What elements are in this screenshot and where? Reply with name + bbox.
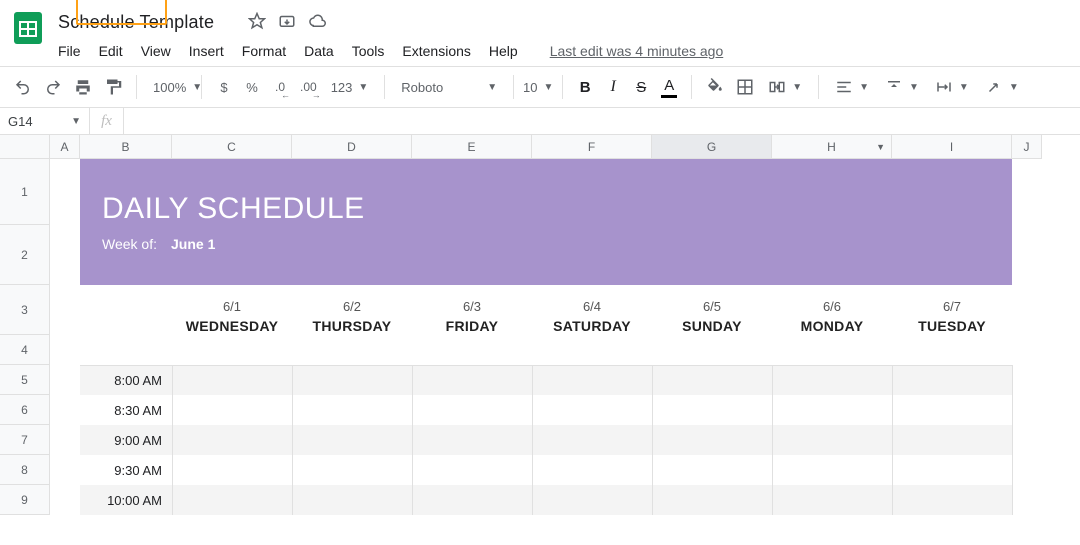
row-header-3[interactable]: 3 [0,285,50,335]
day-date: 6/5 [703,299,721,314]
time-label: 9:00 AM [80,425,172,455]
increase-decimal-button[interactable]: .00→ [296,74,321,100]
day-header: 6/6 MONDAY [772,299,892,334]
paint-format-button[interactable] [100,74,126,100]
row-header-2[interactable]: 2 [0,225,50,285]
column-header-G[interactable]: G [652,135,772,159]
column-header-B[interactable]: B [80,135,172,159]
banner-weekof: Week of:June 1 [102,236,990,252]
menu-format[interactable]: Format [242,43,286,59]
star-icon[interactable] [248,12,266,33]
sheets-logo [8,8,48,48]
vertical-align-dropdown[interactable]: ▼ [879,74,925,100]
menu-view[interactable]: View [141,43,171,59]
row-shade [80,425,1012,455]
row-header-7[interactable]: 7 [0,425,50,455]
column-header-A[interactable]: A [50,135,80,159]
banner-title: DAILY SCHEDULE [102,192,990,226]
print-button[interactable] [70,74,96,100]
merge-cells-dropdown[interactable]: ▼ [762,74,808,100]
column-header-D[interactable]: D [292,135,412,159]
day-date: 6/3 [463,299,481,314]
column-header-F[interactable]: F [532,135,652,159]
day-name: FRIDAY [446,318,499,334]
time-label: 9:30 AM [80,455,172,485]
fx-label: fx [90,108,124,134]
row-header-8[interactable]: 8 [0,455,50,485]
text-color-button[interactable]: A [657,74,681,100]
day-date: 6/4 [583,299,601,314]
strikethrough-button[interactable]: S [629,74,653,100]
name-box[interactable]: G14▼ [0,108,90,134]
borders-button[interactable] [732,74,758,100]
fill-color-button[interactable] [702,74,728,100]
menu-file[interactable]: File [58,43,81,59]
day-name: MONDAY [801,318,864,334]
time-label: 8:00 AM [80,365,172,395]
day-date: 6/7 [943,299,961,314]
font-size-dropdown[interactable]: 10▼ [524,74,552,100]
menu-extensions[interactable]: Extensions [402,43,470,59]
menu-bar: File Edit View Insert Format Data Tools … [58,38,723,64]
day-name: WEDNESDAY [186,318,278,334]
day-date: 6/2 [343,299,361,314]
day-name: SATURDAY [553,318,631,334]
undo-button[interactable] [10,74,36,100]
day-name: THURSDAY [313,318,392,334]
row-shade [80,485,1012,515]
font-dropdown[interactable]: Roboto▼ [395,74,503,100]
row-header-6[interactable]: 6 [0,395,50,425]
column-header-H[interactable]: H▼ [772,135,892,159]
day-header: 6/2 THURSDAY [292,299,412,334]
column-header-C[interactable]: C [172,135,292,159]
row-header-4[interactable]: 4 [0,335,50,365]
redo-button[interactable] [40,74,66,100]
doc-title[interactable]: Schedule Template [58,12,214,33]
text-rotation-dropdown[interactable]: ▼ [979,74,1025,100]
day-header: 6/4 SATURDAY [532,299,652,334]
menu-edit[interactable]: Edit [99,43,123,59]
column-header-J[interactable]: J [1012,135,1042,159]
italic-button[interactable]: I [601,74,625,100]
menu-insert[interactable]: Insert [189,43,224,59]
column-header-I[interactable]: I [892,135,1012,159]
app-header: Schedule Template File Edit View Insert … [0,0,1080,64]
move-icon[interactable] [278,12,296,33]
time-label: 8:30 AM [80,395,172,425]
formula-input[interactable] [124,108,1080,134]
day-header: 6/1 WEDNESDAY [172,299,292,334]
day-date: 6/1 [223,299,241,314]
day-name: SUNDAY [682,318,742,334]
day-header: 6/3 FRIDAY [412,299,532,334]
day-date: 6/6 [823,299,841,314]
formula-bar: G14▼ fx [0,107,1080,135]
last-edit-link[interactable]: Last edit was 4 minutes ago [550,43,724,59]
time-label: 10:00 AM [80,485,172,515]
banner: DAILY SCHEDULE Week of:June 1 [80,159,1012,285]
bold-button[interactable]: B [573,74,597,100]
row-header-1[interactable]: 1 [0,159,50,225]
day-header: 6/7 TUESDAY [892,299,1012,334]
day-name: TUESDAY [918,318,986,334]
currency-button[interactable]: $ [212,74,236,100]
zoom-dropdown[interactable]: 100%▼ [147,74,191,100]
day-header: 6/5 SUNDAY [652,299,772,334]
column-dropdown-icon[interactable]: ▼ [876,142,885,152]
menu-data[interactable]: Data [304,43,334,59]
cloud-icon[interactable] [308,12,326,33]
decrease-decimal-button[interactable]: .0← [268,74,292,100]
row-shade [80,365,1012,395]
menu-help[interactable]: Help [489,43,518,59]
menu-tools[interactable]: Tools [352,43,385,59]
text-wrap-dropdown[interactable]: ▼ [929,74,975,100]
percent-button[interactable]: % [240,74,264,100]
column-header-E[interactable]: E [412,135,532,159]
row-header-9[interactable]: 9 [0,485,50,515]
select-all-corner[interactable] [0,135,50,159]
row-header-5[interactable]: 5 [0,365,50,395]
horizontal-align-dropdown[interactable]: ▼ [829,74,875,100]
number-format-dropdown[interactable]: 123▼ [325,74,375,100]
toolbar: 100%▼ $ % .0← .00→ 123▼ Roboto▼ 10▼ B I … [0,67,1080,107]
